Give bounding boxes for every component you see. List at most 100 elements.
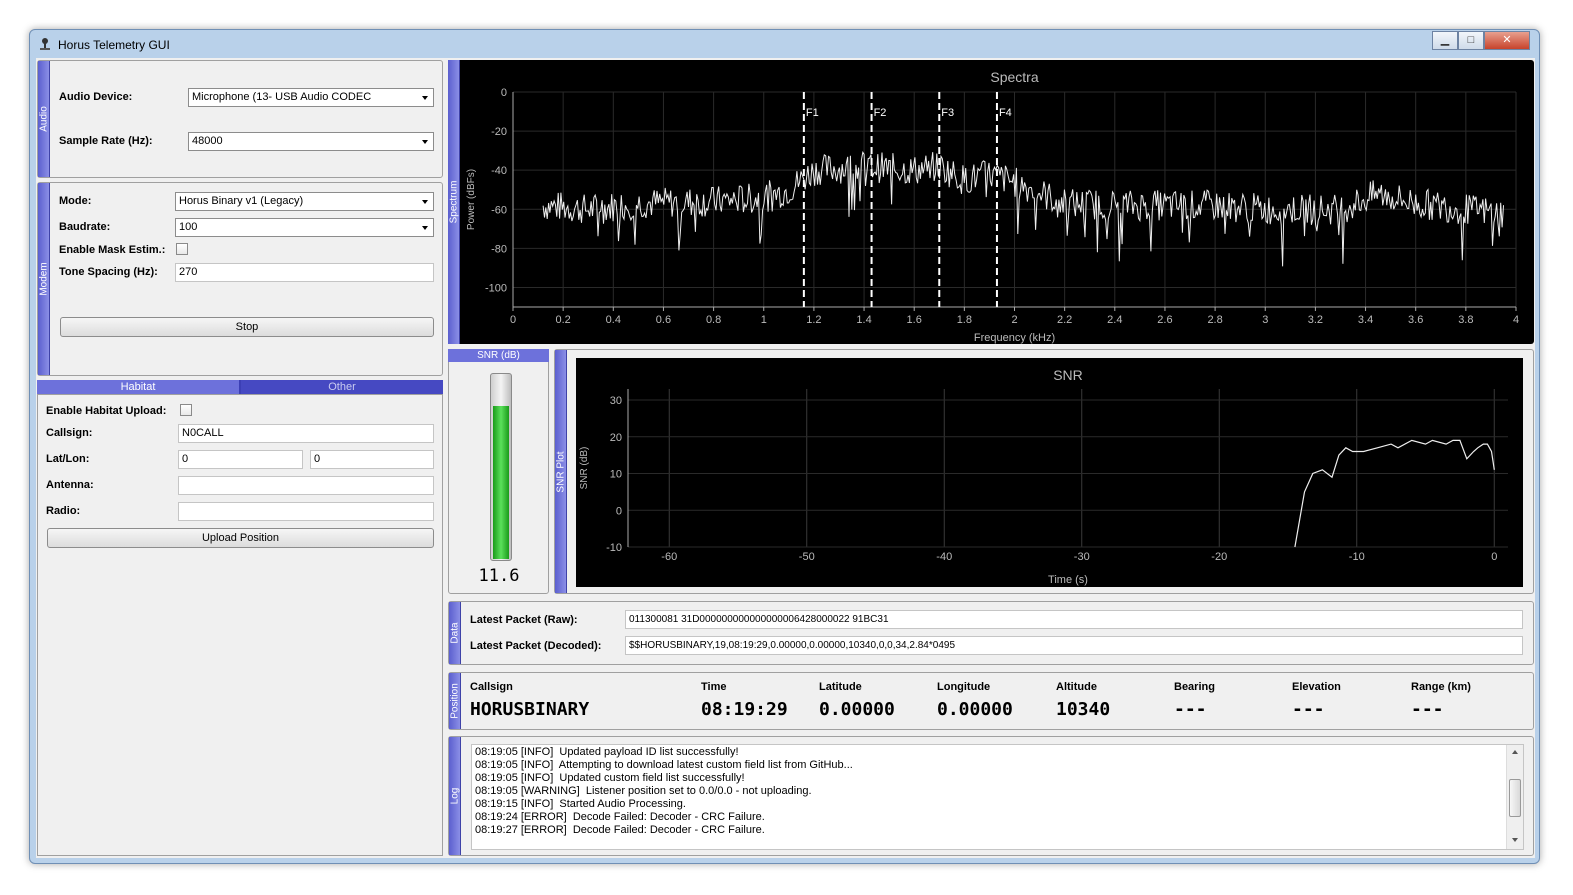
y-tick-label: 0 [616, 505, 622, 517]
mask-estim-checkbox[interactable] [176, 243, 188, 255]
position-header-longitude: Longitude [937, 681, 991, 693]
position-value-bearing: --- [1174, 699, 1207, 720]
tab-other[interactable]: Other [241, 380, 443, 394]
x-tick-label: 0.2 [556, 314, 571, 326]
mode-label: Mode: [59, 195, 92, 207]
habitat-tab-header: Habitat Other [37, 380, 443, 394]
y-tick-label: -80 [491, 243, 507, 255]
position-value-elevation: --- [1292, 699, 1325, 720]
snr-plot-group-tab: SNR Plot [555, 350, 567, 593]
x-tick-label: 0 [510, 314, 516, 326]
mask-estim-label: Enable Mask Estim.: [59, 244, 166, 256]
position-header-altitude: Altitude [1056, 681, 1097, 693]
radio-input[interactable] [178, 502, 434, 521]
x-axis-label: Frequency (kHz) [974, 332, 1055, 344]
x-tick-label: 3.2 [1308, 314, 1323, 326]
data-group: Data Latest Packet (Raw): 011300081 31D0… [448, 601, 1534, 665]
x-axis-label: Time (s) [1048, 574, 1088, 586]
title-bar[interactable]: Horus Telemetry GUI ▁ □ ✕ [30, 30, 1539, 58]
x-tick-label: -10 [1349, 551, 1365, 563]
longitude-input[interactable]: 0 [310, 450, 434, 469]
raw-packet-field[interactable]: 011300081 31D000000000000000006428000022… [625, 610, 1523, 629]
tab-habitat[interactable]: Habitat [37, 380, 239, 394]
spectrum-group: Spectrum Spectra 0 0.2 0.4 0.6 0.8 1 1.2 1.4 1.6 1… [448, 60, 1534, 344]
log-lines: 08:19:05 [INFO] Updated payload ID list … [475, 746, 1500, 837]
log-line: 08:19:05 [WARNING] Listener position set… [475, 785, 812, 797]
freq-marker-label: F2 [874, 107, 887, 119]
upload-position-button[interactable]: Upload Position [47, 528, 434, 548]
modem-group-label: Modem [38, 262, 49, 296]
y-axis-label: SNR (dB) [579, 447, 590, 490]
y-tick-label: -60 [491, 204, 507, 216]
x-tick-label: 2.4 [1107, 314, 1122, 326]
raw-packet-label: Latest Packet (Raw): [470, 614, 578, 626]
audio-group-label: Audio [38, 106, 49, 132]
maximize-button[interactable]: □ [1458, 31, 1484, 50]
antenna-input[interactable] [178, 476, 434, 495]
x-tick-label: 2.8 [1207, 314, 1222, 326]
snr-title: SNR [1053, 367, 1083, 383]
position-header-bearing: Bearing [1174, 681, 1215, 693]
log-line: 08:19:24 [ERROR] Decode Failed: Decoder … [475, 811, 765, 823]
callsign-label: Callsign: [46, 427, 93, 439]
x-tick-label: -50 [799, 551, 815, 563]
y-tick-label: 20 [610, 432, 622, 444]
baudrate-label: Baudrate: [59, 221, 111, 233]
log-scrollbar[interactable] [1506, 745, 1523, 849]
radio-label: Radio: [46, 505, 81, 517]
y-tick-label: 10 [610, 469, 622, 481]
log-group-tab: Log [449, 737, 461, 855]
log-line: 08:19:05 [INFO] Updated payload ID list … [475, 746, 739, 758]
snr-value: 11.6 [478, 566, 520, 586]
latitude-input[interactable]: 0 [178, 450, 303, 469]
baudrate-select[interactable]: 100 [175, 218, 434, 237]
snr-trace [1294, 439, 1495, 548]
spectrum-group-tab: Spectrum [448, 60, 460, 344]
position-header-latitude: Latitude [819, 681, 862, 693]
decoded-packet-field[interactable]: $$HORUSBINARY,19,08:19:29,0.00000,0.0000… [625, 636, 1523, 655]
snr-plot[interactable]: SNR -60 -50 -40 -30 -20 -10 0 30 20 10 0 -10 Time (s)… [576, 358, 1523, 587]
habitat-panel: Enable Habitat Upload: Callsign: N0CALL … [37, 394, 443, 856]
position-value-time: 08:19:29 [701, 699, 788, 720]
scroll-thumb[interactable] [1509, 779, 1521, 817]
x-tick-label: 3.8 [1458, 314, 1473, 326]
y-axis-label: Power (dBFs) [466, 169, 477, 230]
x-tick-label: 0 [1491, 551, 1497, 563]
minimize-button[interactable]: ▁ [1432, 31, 1458, 50]
scroll-down-icon[interactable] [1512, 838, 1518, 842]
position-value-altitude: 10340 [1056, 699, 1111, 720]
app-window: Horus Telemetry GUI ▁ □ ✕ Audio Audio De… [29, 29, 1540, 864]
position-value-callsign: HORUSBINARY [470, 699, 590, 720]
audio-group: Audio Audio Device: Microphone (13- USB … [37, 60, 443, 178]
latlon-label: Lat/Lon: [46, 453, 90, 465]
x-tick-label: 3 [1262, 314, 1268, 326]
position-group: Position Callsign Time Latitude Longitud… [448, 672, 1534, 730]
scroll-up-icon[interactable] [1512, 750, 1518, 754]
position-value-range: --- [1411, 699, 1444, 720]
log-line: 08:19:15 [INFO] Started Audio Processing… [475, 798, 686, 810]
habitat-upload-checkbox[interactable] [180, 404, 192, 416]
log-textarea[interactable]: 08:19:05 [INFO] Updated payload ID list … [471, 744, 1524, 850]
tone-spacing-label: Tone Spacing (Hz): [59, 266, 158, 278]
callsign-input[interactable]: N0CALL [178, 424, 434, 443]
position-header-callsign: Callsign [470, 681, 513, 693]
sample-rate-select[interactable]: 48000 [188, 132, 434, 151]
mode-select[interactable]: Horus Binary v1 (Legacy) [175, 192, 434, 211]
y-tick-label: -40 [491, 165, 507, 177]
log-group: Log 08:19:05 [INFO] Updated payload ID l… [448, 736, 1534, 856]
close-button[interactable]: ✕ [1484, 31, 1530, 50]
spectrum-group-label: Spectrum [448, 180, 459, 224]
x-tick-label: 0.6 [656, 314, 671, 326]
x-tick-label: 1.2 [806, 314, 821, 326]
log-line: 08:19:27 [ERROR] Decode Failed: Decoder … [475, 824, 765, 836]
tone-spacing-input[interactable]: 270 [175, 263, 434, 282]
data-group-tab: Data [449, 602, 461, 664]
x-tick-label: 4 [1513, 314, 1519, 326]
stop-button[interactable]: Stop [60, 317, 434, 337]
snr-meter-track [490, 373, 512, 561]
freq-marker-label: F1 [806, 107, 819, 119]
spectra-plot[interactable]: Spectra 0 0.2 0.4 0.6 0.8 1 1.2 1.4 1.6 1.8 2 2.2 2.4… [460, 60, 1534, 344]
audio-device-select[interactable]: Microphone (13- USB Audio CODEC [188, 88, 434, 107]
position-value-longitude: 0.00000 [937, 699, 1013, 720]
freq-marker-label: F4 [999, 107, 1012, 119]
